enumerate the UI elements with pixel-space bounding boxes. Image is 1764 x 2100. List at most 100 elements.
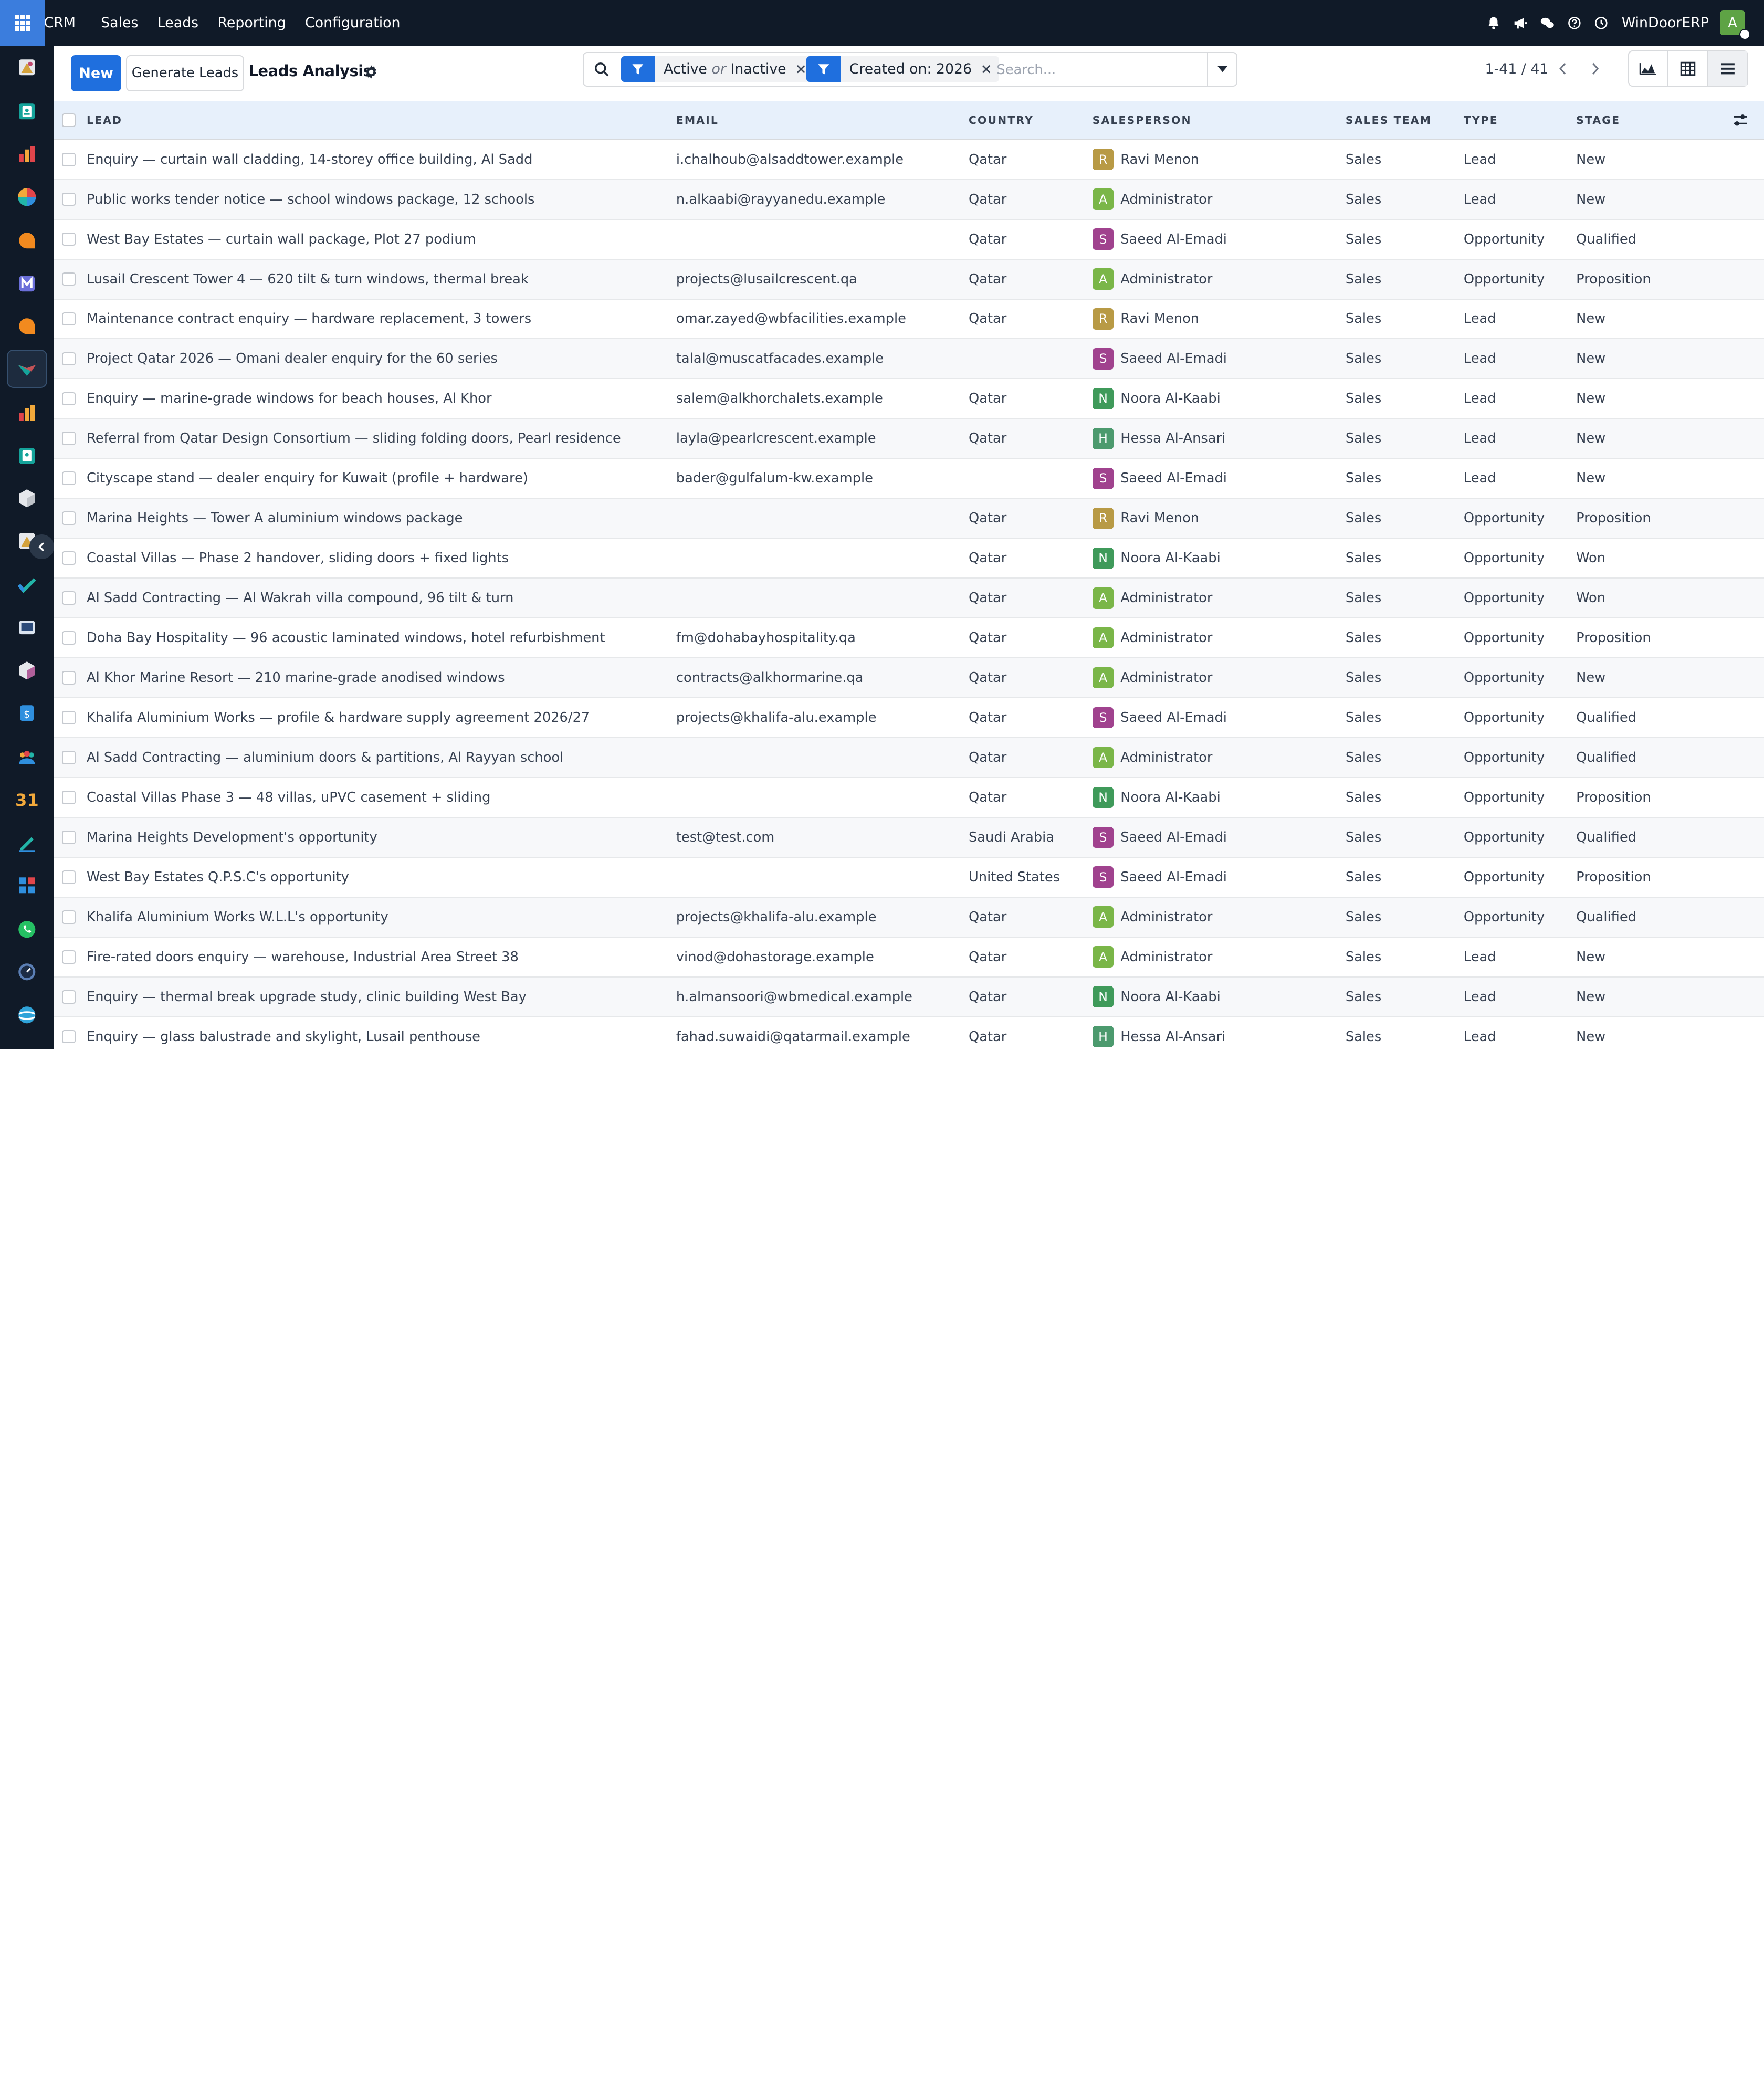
lead-cell[interactable]: Enquiry — glass balustrade and skylight,… [86,1016,676,1050]
sidebar-app-manufacturing[interactable] [7,652,47,690]
sales-team-cell[interactable]: Sales [1345,578,1464,619]
row-select-cell[interactable] [54,1016,87,1050]
table-row[interactable]: Marina Heights Development's opportunity… [54,817,1764,858]
sales-team-cell[interactable]: Sales [1345,817,1464,858]
sidebar-app-chat[interactable] [7,222,47,260]
row-select-cell[interactable] [54,857,87,898]
search-icon[interactable] [584,53,620,86]
sales-team-cell[interactable]: Sales [1345,618,1464,659]
salesperson-cell[interactable]: A Administrator [1092,578,1346,619]
country-cell[interactable]: Qatar [968,658,1093,699]
sidebar-app-employees[interactable] [7,436,47,475]
email-cell[interactable]: talal@muscatfacades.example [676,339,969,380]
menu-configuration[interactable]: Configuration [296,0,410,46]
table-row[interactable]: Al Sadd Contracting — aluminium doors & … [54,737,1764,778]
new-button[interactable]: New [70,55,122,91]
row-checkbox[interactable] [61,352,76,366]
email-cell[interactable]: contracts@alkhormarine.qa [676,658,969,699]
sales-team-cell[interactable]: Sales [1345,538,1464,579]
sales-team-cell[interactable]: Sales [1345,379,1464,419]
row-checkbox[interactable] [61,870,76,884]
sales-team-cell[interactable]: Sales [1345,458,1464,499]
table-row[interactable]: Doha Bay Hospitality — 96 acoustic lamin… [54,618,1764,659]
email-cell[interactable]: bader@gulfalum-kw.example [676,458,969,499]
country-cell[interactable]: Qatar [968,219,1093,260]
company-switcher[interactable]: WinDoorERP [1622,15,1709,31]
salesperson-cell[interactable]: N Noora Al-Kaabi [1092,777,1346,818]
type-cell[interactable]: Opportunity [1463,498,1577,539]
lead-cell[interactable]: Marina Heights Development's opportunity [86,817,676,858]
lead-cell[interactable]: Fire-rated doors enquiry — warehouse, In… [86,937,676,978]
sales-team-cell[interactable]: Sales [1345,339,1464,380]
type-cell[interactable]: Opportunity [1463,817,1577,858]
salesperson-cell[interactable]: H Hessa Al-Ansari [1092,418,1346,459]
salesperson-cell[interactable]: H Hessa Al-Ansari [1092,1016,1346,1050]
email-cell[interactable] [676,578,969,619]
search-options-toggle[interactable] [1207,52,1236,86]
row-select-cell[interactable] [54,777,87,818]
table-row[interactable]: Khalifa Aluminium Works — profile & hard… [54,698,1764,738]
table-row[interactable]: Project Qatar 2026 — Omani dealer enquir… [54,339,1764,380]
type-cell[interactable]: Opportunity [1463,777,1577,818]
row-checkbox[interactable] [61,831,76,844]
megaphone-icon[interactable] [1507,0,1534,46]
type-cell[interactable]: Opportunity [1463,578,1577,619]
sales-team-cell[interactable]: Sales [1345,179,1464,220]
sidebar-app-dashboards[interactable] [7,394,47,432]
clock-icon[interactable] [1588,0,1614,46]
lead-cell[interactable]: Coastal Villas Phase 3 — 48 villas, uPVC… [86,777,676,818]
row-select-cell[interactable] [54,897,87,938]
optional-columns-toggle[interactable] [1719,101,1764,140]
country-cell[interactable]: Saudi Arabia [968,817,1093,858]
lead-cell[interactable]: West Bay Estates — curtain wall package,… [86,219,676,260]
salesperson-cell[interactable]: A Administrator [1092,937,1346,978]
row-select-cell[interactable] [54,578,87,619]
table-row[interactable]: Enquiry — thermal break upgrade study, c… [54,976,1764,1017]
menu-sales[interactable]: Sales [91,0,148,46]
lead-cell[interactable]: Doha Bay Hospitality — 96 acoustic lamin… [86,618,676,659]
sidebar-app-discuss[interactable] [7,178,47,216]
type-cell[interactable]: Lead [1463,299,1577,340]
country-cell[interactable]: Qatar [968,897,1093,938]
row-select-cell[interactable] [54,179,87,220]
stage-cell[interactable]: Proposition [1576,259,1719,300]
stage-cell[interactable]: Qualified [1576,897,1719,938]
sidebar-app-knowledge[interactable] [7,608,47,647]
country-cell[interactable]: Qatar [968,379,1093,419]
sidebar-app-inventory[interactable] [7,479,47,518]
lead-cell[interactable]: Enquiry — curtain wall cladding, 14-stor… [86,139,676,180]
country-cell[interactable]: Qatar [968,498,1093,539]
table-row[interactable]: Al Khor Marine Resort — 210 marine-grade… [54,658,1764,699]
salesperson-cell[interactable]: N Noora Al-Kaabi [1092,976,1346,1017]
sidebar-app-timesheet[interactable] [7,953,47,991]
filter-facet-created-on[interactable]: Created on: 2026 [806,56,999,82]
email-cell[interactable]: omar.zayed@wbfacilities.example [676,299,969,340]
country-cell[interactable]: Qatar [968,299,1093,340]
row-checkbox[interactable] [61,791,76,804]
graph-view-button[interactable] [1629,51,1669,86]
email-cell[interactable]: projects@lusailcrescent.qa [676,259,969,300]
sales-team-cell[interactable]: Sales [1345,219,1464,260]
chat-bubbles-icon[interactable] [1534,0,1561,46]
email-cell[interactable]: fm@dohabayhospitality.qa [676,618,969,659]
column-header-type[interactable]: TYPE [1463,101,1577,140]
row-select-cell[interactable] [54,618,87,659]
email-cell[interactable] [676,538,969,579]
email-cell[interactable]: i.chalhoub@alsaddtower.example [676,139,969,180]
table-row[interactable]: Coastal Villas Phase 3 — 48 villas, uPVC… [54,777,1764,818]
sidebar-app-sign[interactable] [7,824,47,862]
lead-cell[interactable]: Lusail Crescent Tower 4 — 620 tilt & tur… [86,259,676,300]
sales-team-cell[interactable]: Sales [1345,1016,1464,1050]
sidebar-app-contacts[interactable] [7,92,47,131]
row-select-cell[interactable] [54,339,87,380]
table-row[interactable]: Referral from Qatar Design Consortium — … [54,418,1764,459]
stage-cell[interactable]: New [1576,299,1719,340]
lead-cell[interactable]: Cityscape stand — dealer enquiry for Kuw… [86,458,676,499]
type-cell[interactable]: Lead [1463,139,1577,180]
salesperson-cell[interactable]: S Saeed Al-Emadi [1092,219,1346,260]
sidebar-app-crm[interactable] [6,350,47,388]
salesperson-cell[interactable]: R Ravi Menon [1092,498,1346,539]
sidebar-collapse-button[interactable] [29,534,54,559]
row-select-cell[interactable] [54,698,87,738]
stage-cell[interactable]: New [1576,418,1719,459]
